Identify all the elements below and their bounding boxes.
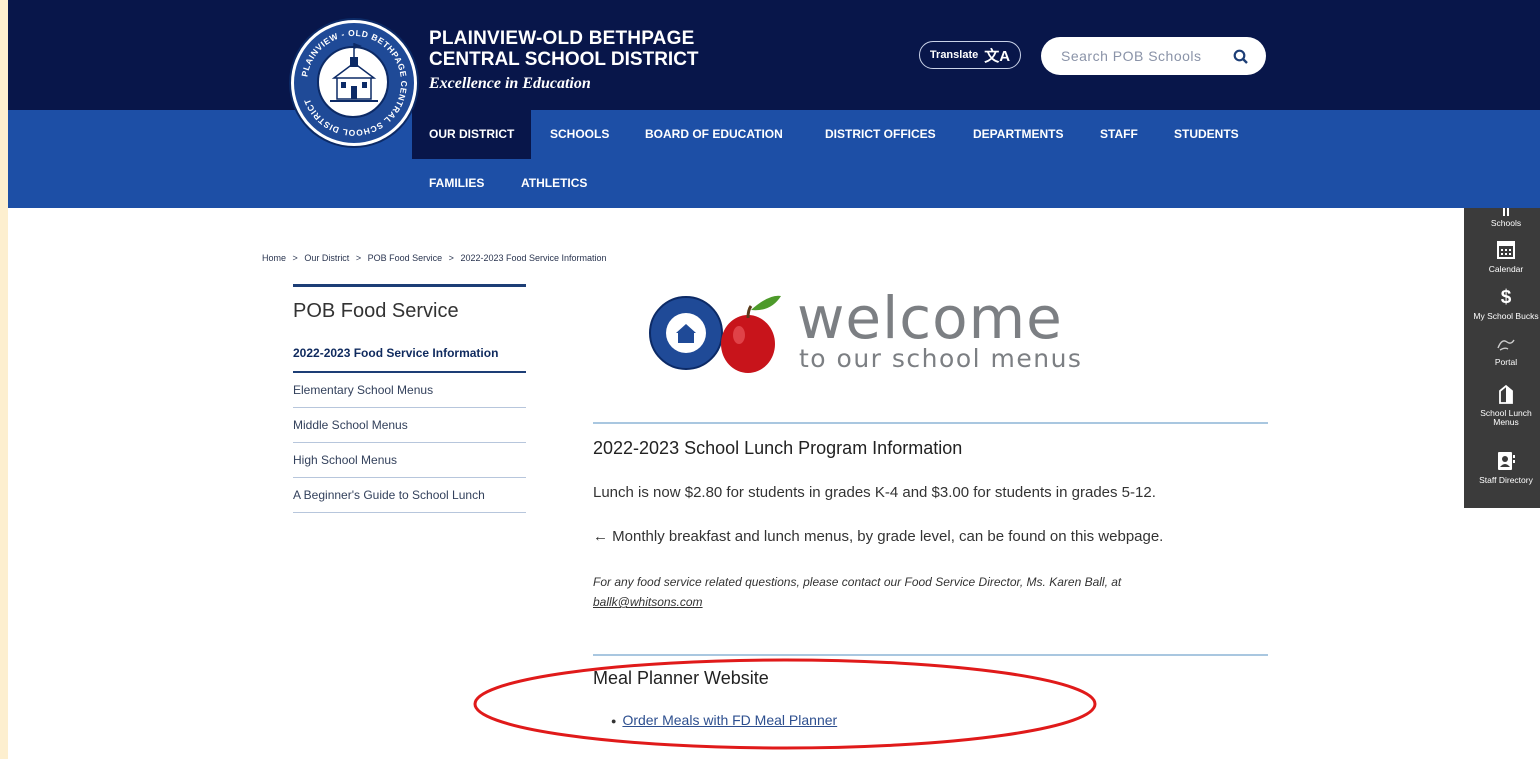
district-name-line2[interactable]: CENTRAL SCHOOL DISTRICT xyxy=(429,50,699,70)
search-icon[interactable] xyxy=(1233,49,1248,69)
quick-link-label: My School Bucks xyxy=(1473,311,1539,321)
sidebar-item-food-service-info[interactable]: 2022-2023 Food Service Information xyxy=(293,337,526,373)
quick-link-label: Schools xyxy=(1490,218,1522,228)
menus-info-text: ← Monthly breakfast and lunch menus, by … xyxy=(593,528,1164,545)
search-input[interactable] xyxy=(1059,47,1223,65)
contact-email-link[interactable]: ballk@whitsons.com xyxy=(593,595,703,609)
quick-link-label: Staff Directory xyxy=(1479,475,1533,485)
quick-link-schools[interactable]: Schools xyxy=(1464,208,1540,228)
header-bar xyxy=(8,0,1540,110)
quick-link-label: School Lunch Menus xyxy=(1480,408,1532,427)
nav-students[interactable]: STUDENTS xyxy=(1157,110,1256,159)
breadcrumb-separator: > xyxy=(292,253,298,263)
seal-and-apple-graphic xyxy=(649,295,781,373)
quick-link-calendar[interactable]: Calendar xyxy=(1464,239,1540,274)
nav-district-offices[interactable]: DISTRICT OFFICES xyxy=(808,110,953,159)
breadcrumb-separator: > xyxy=(448,253,454,263)
banner-subline: to our school menus xyxy=(799,344,1083,373)
district-tagline: Excellence in Education xyxy=(429,75,591,92)
calendar-icon xyxy=(1464,239,1540,261)
banner-headline: welcome xyxy=(797,284,1063,352)
price-text: Lunch is now $2.80 for students in grade… xyxy=(593,484,1156,501)
section-sidebar: POB Food Service 2022-2023 Food Service … xyxy=(293,284,526,513)
nav-our-district[interactable]: OUR DISTRICT xyxy=(412,110,532,159)
sidebar-heading: POB Food Service xyxy=(293,300,459,322)
translate-label: Translate xyxy=(929,49,979,61)
nav-schools[interactable]: SCHOOLS xyxy=(533,110,626,159)
sidebar-item-elementary-menus[interactable]: Elementary School Menus xyxy=(293,373,526,408)
contact-text: For any food service related questions, … xyxy=(593,575,1122,589)
quick-link-label: Calendar xyxy=(1488,264,1524,274)
nav-departments[interactable]: DEPARTMENTS xyxy=(956,110,1080,159)
contact-card-icon xyxy=(1464,451,1540,473)
section-title-lunch-program: 2022-2023 School Lunch Program Informati… xyxy=(593,438,963,458)
breadcrumb: Home > Our District > POB Food Service >… xyxy=(262,253,607,263)
nav-staff[interactable]: STAFF xyxy=(1083,110,1155,159)
seal-graphic: PLAINVIEW - OLD BETHPAGE CENTRAL SCHOOL … xyxy=(299,28,408,138)
highlight-ellipse-annotation xyxy=(473,658,1097,750)
quick-link-portal[interactable]: Portal xyxy=(1464,336,1540,367)
nav-athletics[interactable]: ATHLETICS xyxy=(504,159,604,208)
sidebar-item-beginners-guide[interactable]: A Beginner's Guide to School Lunch xyxy=(293,478,526,513)
district-seal-logo[interactable]: PLAINVIEW - OLD BETHPAGE CENTRAL SCHOOL … xyxy=(291,20,417,146)
school-icon xyxy=(1464,208,1540,216)
portal-icon xyxy=(1464,336,1540,354)
dollar-icon: $ xyxy=(1500,287,1512,308)
nav-families[interactable]: FAMILIES xyxy=(412,159,501,208)
search-box xyxy=(1041,37,1266,75)
quick-link-staff-directory[interactable]: Staff Directory xyxy=(1464,451,1540,485)
translate-button[interactable]: Translate 文A xyxy=(919,41,1021,69)
section-divider xyxy=(593,422,1268,424)
sidebar-item-middle-menus[interactable]: Middle School Menus xyxy=(293,408,526,443)
milk-carton-icon xyxy=(1464,384,1540,406)
quick-link-school-bucks[interactable]: $ My School Bucks xyxy=(1464,288,1540,321)
quick-link-school-lunch-menus[interactable]: School Lunch Menus xyxy=(1464,384,1540,427)
quick-link-label: Portal xyxy=(1494,357,1518,367)
breadcrumb-current: 2022-2023 Food Service Information xyxy=(460,253,607,263)
contact-paragraph: For any food service related questions, … xyxy=(593,572,1253,612)
quick-links-rail: Schools Calendar $ My School Bucks Porta… xyxy=(1464,208,1540,508)
breadcrumb-food-service[interactable]: POB Food Service xyxy=(368,253,443,263)
nav-board-of-education[interactable]: BOARD OF EDUCATION xyxy=(628,110,800,159)
page: PLAINVIEW - OLD BETHPAGE CENTRAL SCHOOL … xyxy=(8,0,1540,759)
breadcrumb-separator: > xyxy=(355,253,362,263)
district-name-line1[interactable]: PLAINVIEW-OLD BETHPAGE xyxy=(429,29,694,49)
sidebar-item-high-menus[interactable]: High School Menus xyxy=(293,443,526,478)
translate-icon: 文A xyxy=(984,47,1011,65)
breadcrumb-our-district[interactable]: Our District xyxy=(304,253,349,263)
breadcrumb-home[interactable]: Home xyxy=(262,253,286,263)
